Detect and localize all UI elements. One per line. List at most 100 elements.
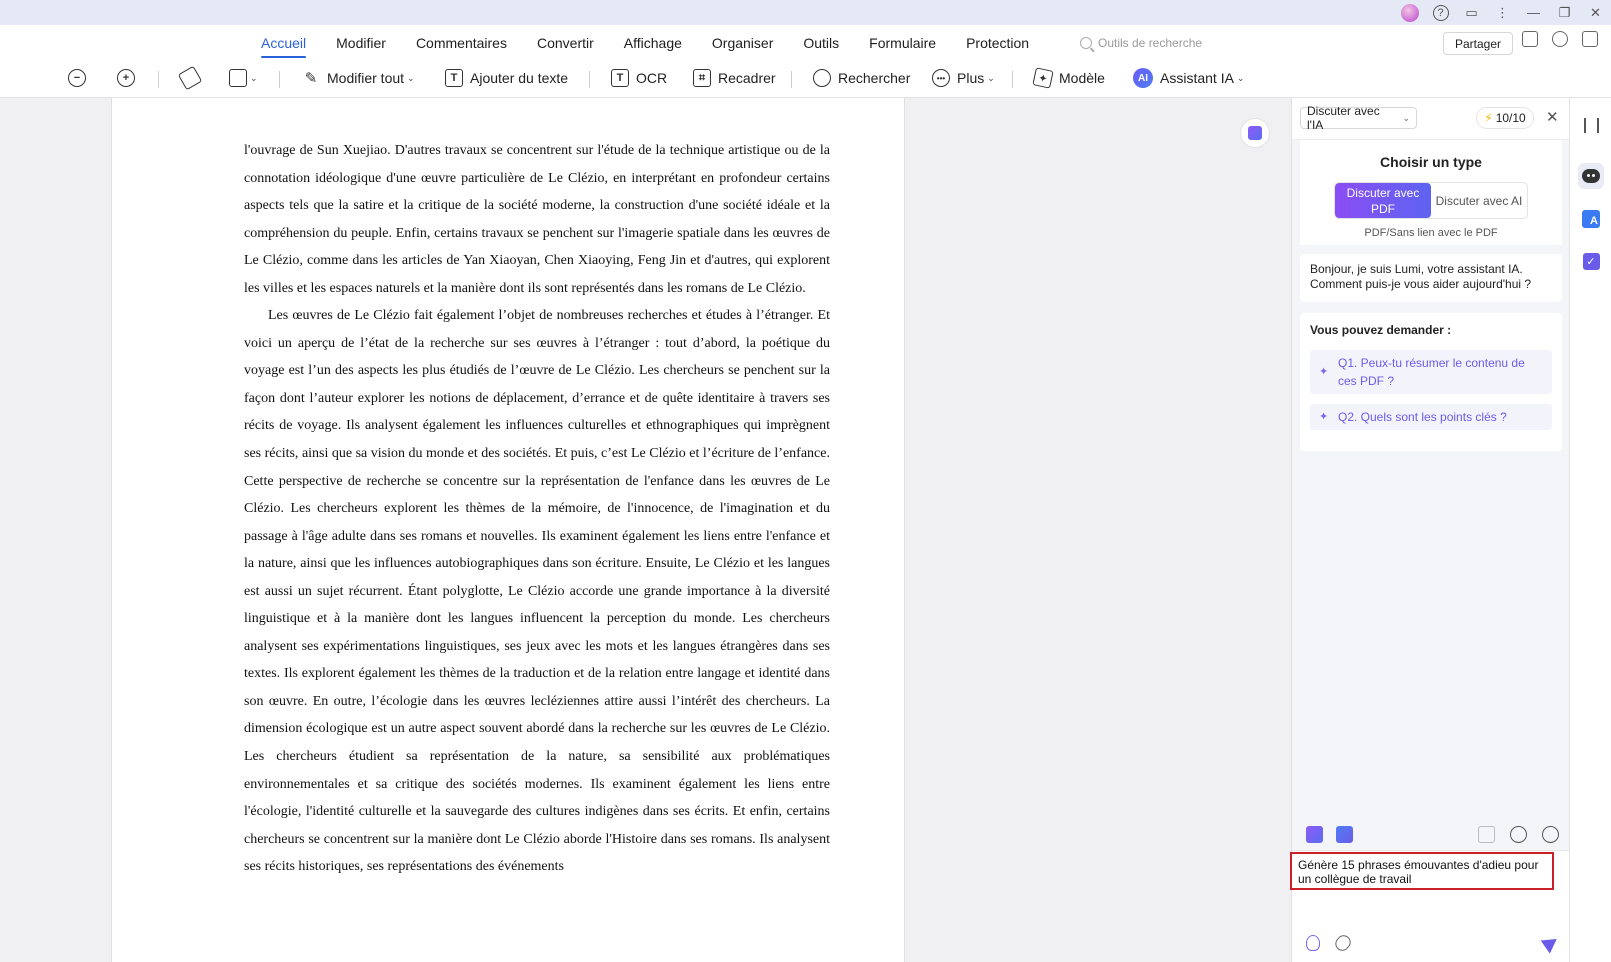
- reading-mode-icon[interactable]: [1522, 31, 1538, 47]
- ai-assistant-button[interactable]: AI Assistant IA ⌄: [1133, 61, 1244, 95]
- type-segmented-control: Discuter avec PDF Discuter avec AI: [1334, 182, 1528, 219]
- chat-with-pdf-button[interactable]: Discuter avec PDF: [1335, 183, 1431, 218]
- send-icon[interactable]: [1540, 932, 1562, 954]
- credits-badge: ⚡ 10/10: [1476, 107, 1534, 129]
- panel-header: Discuter avec l'IA ⌄ ⚡ 10/10 ✕: [1292, 98, 1570, 140]
- menu-bar: Accueil Modifier Commentaires Convertir …: [0, 25, 1611, 61]
- close-window-icon[interactable]: ✕: [1580, 0, 1611, 25]
- suggestion-q1-label: Q1. Peux-tu résumer le contenu de ces PD…: [1338, 356, 1525, 388]
- chevron-down-icon: ⌄: [1402, 112, 1410, 123]
- crop-label: Recadrer: [718, 70, 776, 86]
- zoom-out-icon: −: [68, 69, 86, 87]
- tool-search[interactable]: Outils de recherche: [1080, 25, 1202, 61]
- ocr-icon: T: [611, 69, 629, 87]
- zoom-out-button[interactable]: −: [68, 61, 86, 95]
- share-button[interactable]: Partager: [1443, 32, 1513, 55]
- more-options-icon[interactable]: ⋮: [1487, 0, 1518, 25]
- tab-convertir[interactable]: Convertir: [522, 25, 609, 61]
- restore-icon[interactable]: ❐: [1549, 0, 1580, 25]
- chat-mode-value: Discuter avec l'IA: [1307, 104, 1380, 132]
- text-icon: T: [445, 69, 463, 87]
- pen-icon: ✎: [304, 70, 318, 87]
- zoom-in-icon: +: [117, 69, 135, 87]
- type-subtitle: PDF/Sans lien avec le PDF: [1364, 227, 1498, 239]
- tab-outils[interactable]: Outils: [788, 25, 854, 61]
- sparkle-icon: ✦: [1319, 411, 1329, 423]
- right-rail: A ✓: [1569, 98, 1611, 962]
- avatar[interactable]: [1394, 0, 1425, 25]
- translate-icon: A: [1582, 210, 1600, 228]
- tool-search-placeholder: Outils de recherche: [1098, 36, 1203, 50]
- new-chat-icon[interactable]: [1478, 826, 1495, 843]
- highlighter-icon: [177, 65, 203, 91]
- chat-input-area: Génère 15 phrases émouvantes d'adieu pou…: [1290, 850, 1570, 962]
- attach-icon[interactable]: [1332, 932, 1354, 954]
- minimize-icon[interactable]: —: [1518, 0, 1549, 25]
- tab-organiser[interactable]: Organiser: [697, 25, 788, 61]
- highlight-button[interactable]: [177, 61, 203, 95]
- tab-commentaires[interactable]: Commentaires: [401, 25, 522, 61]
- ocr-button[interactable]: T OCR: [611, 61, 667, 95]
- ai-icon: AI: [1133, 68, 1153, 88]
- edit-all-label: Modifier tout: [327, 70, 405, 86]
- chat-with-ai-button[interactable]: Discuter avec AI: [1431, 183, 1527, 218]
- checklist-icon: ✓: [1582, 252, 1600, 270]
- chatbot-icon: [1582, 169, 1600, 183]
- sparkle-icon: ✦: [1319, 366, 1329, 378]
- suggestion-q2[interactable]: ✦ Q2. Quels sont les points clés ?: [1310, 404, 1552, 430]
- tab-modifier[interactable]: Modifier: [321, 25, 401, 61]
- ai-float-button[interactable]: [1240, 118, 1270, 148]
- suggestions-title: Vous pouvez demander :: [1310, 323, 1452, 337]
- ai-assistant-panel: Discuter avec l'IA ⌄ ⚡ 10/10 ✕ Choisir u…: [1290, 98, 1570, 962]
- template-icon: ✦: [1032, 67, 1054, 89]
- chat-tools: [1292, 822, 1570, 850]
- pdf-chat-icon[interactable]: [1306, 826, 1323, 843]
- suggestion-q2-label: Q2. Quels sont les points clés ?: [1338, 410, 1507, 424]
- paragraph: l'ouvrage de Sun Xuejiao. D'autres trava…: [244, 143, 830, 296]
- ocr-label: OCR: [636, 70, 668, 86]
- sliders-icon: [1583, 117, 1599, 133]
- credits-value: 10/10: [1495, 111, 1526, 125]
- search-icon: [1080, 37, 1092, 49]
- suggestion-q1[interactable]: ✦ Q1. Peux-tu résumer le contenu de ces …: [1310, 350, 1552, 394]
- crop-button[interactable]: ⌗ Recadrer: [693, 61, 776, 95]
- document-area[interactable]: l'ouvrage de Sun Xuejiao. D'autres trava…: [0, 98, 1291, 962]
- chat-input[interactable]: Génère 15 phrases émouvantes d'adieu pou…: [1290, 852, 1554, 890]
- more-button[interactable]: ••• Plus ⌄: [932, 61, 995, 95]
- help-icon[interactable]: ?: [1425, 0, 1456, 25]
- search-button[interactable]: Rechercher: [813, 61, 910, 95]
- crop-icon: ⌗: [693, 69, 711, 87]
- lightbulb-icon[interactable]: [1306, 935, 1320, 951]
- feedback-icon[interactable]: ▭: [1456, 0, 1487, 25]
- tab-accueil[interactable]: Accueil: [246, 25, 321, 61]
- template-button[interactable]: ✦ Modèle: [1032, 61, 1105, 95]
- tab-formulaire[interactable]: Formulaire: [854, 25, 951, 61]
- greeting-message: Bonjour, je suis Lumi, votre assistant I…: [1300, 254, 1562, 302]
- ai-tool-icon[interactable]: [1336, 826, 1353, 843]
- pdf-page[interactable]: l'ouvrage de Sun Xuejiao. D'autres trava…: [111, 98, 905, 962]
- more-label: Plus: [957, 70, 985, 86]
- search-icon: [813, 69, 831, 87]
- check-button[interactable]: ✓: [1578, 248, 1604, 274]
- add-text-label: Ajouter du texte: [470, 70, 569, 86]
- paragraph: Les œuvres de Le Clézio fait également l…: [244, 308, 830, 875]
- chat-mode-select[interactable]: Discuter avec l'IA ⌄: [1300, 104, 1417, 132]
- close-icon[interactable]: ✕: [1546, 108, 1559, 126]
- properties-button[interactable]: [1578, 112, 1604, 138]
- lightning-icon: ⚡: [1484, 111, 1493, 125]
- cloud-upload-icon[interactable]: [1552, 31, 1568, 47]
- translate-button[interactable]: A: [1578, 206, 1604, 232]
- history-icon[interactable]: [1510, 826, 1527, 843]
- tab-protection[interactable]: Protection: [951, 25, 1044, 61]
- more-icon: •••: [932, 69, 950, 87]
- ai-chat-button[interactable]: [1578, 163, 1604, 189]
- type-chooser: Choisir un type Discuter avec PDF Discut…: [1300, 140, 1562, 245]
- edit-all-button[interactable]: ✎ Modifier tout ⌄: [302, 61, 415, 95]
- tab-affichage[interactable]: Affichage: [609, 25, 697, 61]
- page-text: l'ouvrage de Sun Xuejiao. D'autres trava…: [244, 137, 830, 881]
- add-text-button[interactable]: T Ajouter du texte: [445, 61, 568, 95]
- shape-button[interactable]: ⌄: [229, 61, 258, 95]
- window-layout-icon[interactable]: [1582, 31, 1598, 47]
- zoom-in-button[interactable]: +: [117, 61, 135, 95]
- settings-icon[interactable]: [1542, 826, 1559, 843]
